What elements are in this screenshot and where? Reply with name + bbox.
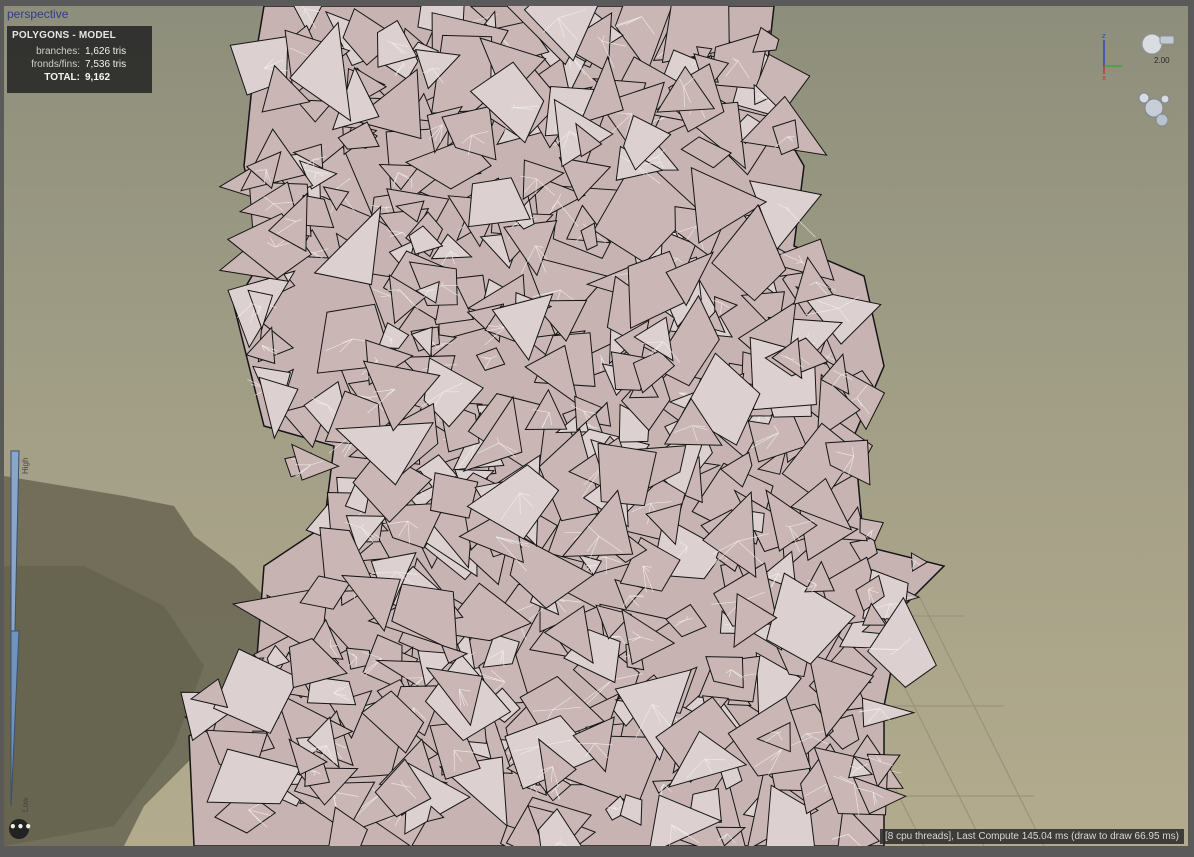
zoom-camera-icon[interactable] [1134,26,1178,76]
leaf-facet [861,697,916,728]
status-bar: [8 cpu threads], Last Compute 145.04 ms … [879,829,1184,844]
lod-slider-track [10,446,33,807]
polygon-stats-panel: POLYGONS - MODEL branches: 1,626 tris fr… [7,26,152,93]
lod-low-label: Low [21,797,30,812]
3d-viewport[interactable]: perspective POLYGONS - MODEL branches: 1… [4,6,1188,846]
stats-header: POLYGONS - MODEL [12,30,116,41]
tree-scene [4,6,1045,846]
zoom-level-label: 2.00 [1154,56,1170,65]
axis-z-label: z [1102,32,1106,40]
stats-row-branches: branches: 1,626 tris [36,46,127,57]
axis-x-label: x [1102,74,1106,80]
lod-slider[interactable]: High Low [7,446,33,816]
lod-high-label: High [21,457,30,474]
more-options-button[interactable]: ••• [9,819,32,839]
stats-row-fronds: fronds/fins: 7,536 tris [31,59,127,70]
viewport-title: perspective [7,7,69,21]
stats-row-total: TOTAL: 9,162 [44,72,111,83]
orbit-navigation-icon[interactable] [1132,86,1176,130]
axis-gizmo[interactable]: z x [1094,30,1134,80]
